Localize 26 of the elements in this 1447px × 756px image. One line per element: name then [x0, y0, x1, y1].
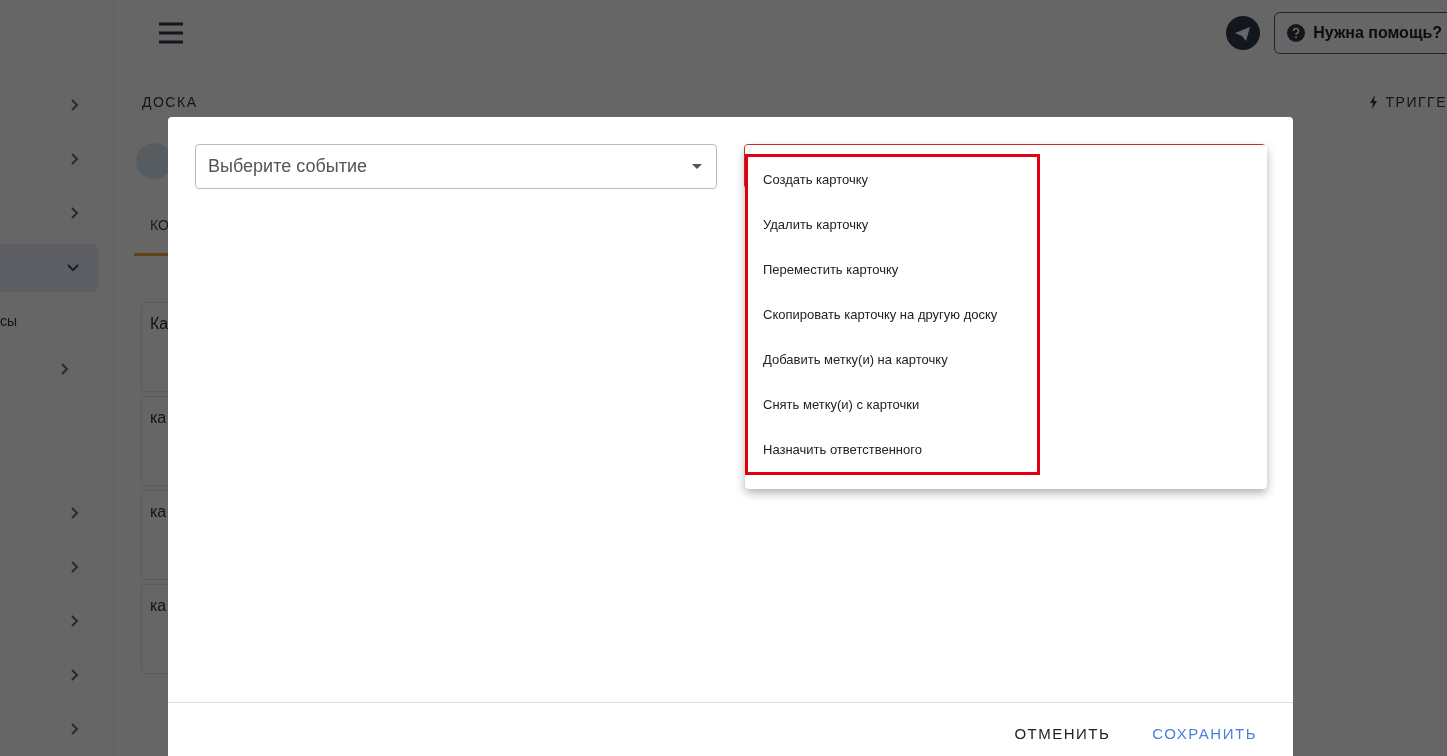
event-select[interactable]: Выберите событие	[195, 144, 717, 189]
menu-item[interactable]: Удалить карточку	[748, 202, 998, 247]
menu-icon[interactable]	[158, 22, 184, 44]
chevron-right-icon[interactable]	[71, 207, 79, 220]
menu-item[interactable]: Создать карточку	[748, 157, 998, 202]
menu-item[interactable]: Скопировать карточку на другую доску	[748, 292, 998, 337]
dropdown-arrow-icon	[692, 164, 702, 169]
dialog-button[interactable]: ОТМЕНИТЬ	[1004, 718, 1121, 748]
question-icon	[1287, 24, 1306, 42]
chevron-right-icon[interactable]	[71, 668, 79, 681]
menu-item[interactable]: Добавить метку(и) на карточку	[748, 337, 998, 382]
chevron-right-icon[interactable]	[71, 560, 79, 573]
chevron-right-icon[interactable]	[71, 722, 79, 735]
lightning-icon	[1368, 95, 1378, 109]
chevron-right-icon[interactable]	[71, 506, 79, 519]
menu-item[interactable]: Снять метку(и) с карточки	[748, 382, 998, 427]
menu-item[interactable]: Назначить ответственного	[748, 427, 998, 472]
dialog-button[interactable]: СОХРАНИТЬ	[1142, 718, 1267, 748]
paper-plane-icon[interactable]	[1226, 16, 1261, 50]
board-title: ДОСКА	[142, 94, 198, 110]
chevron-right-icon[interactable]	[61, 362, 69, 375]
chevron-right-icon[interactable]	[71, 614, 79, 627]
chevron-right-icon[interactable]	[71, 99, 79, 112]
menu-item[interactable]: Переместить карточку	[748, 247, 998, 292]
chevron-right-icon[interactable]	[71, 153, 79, 166]
chevron-down-icon[interactable]	[67, 264, 79, 273]
